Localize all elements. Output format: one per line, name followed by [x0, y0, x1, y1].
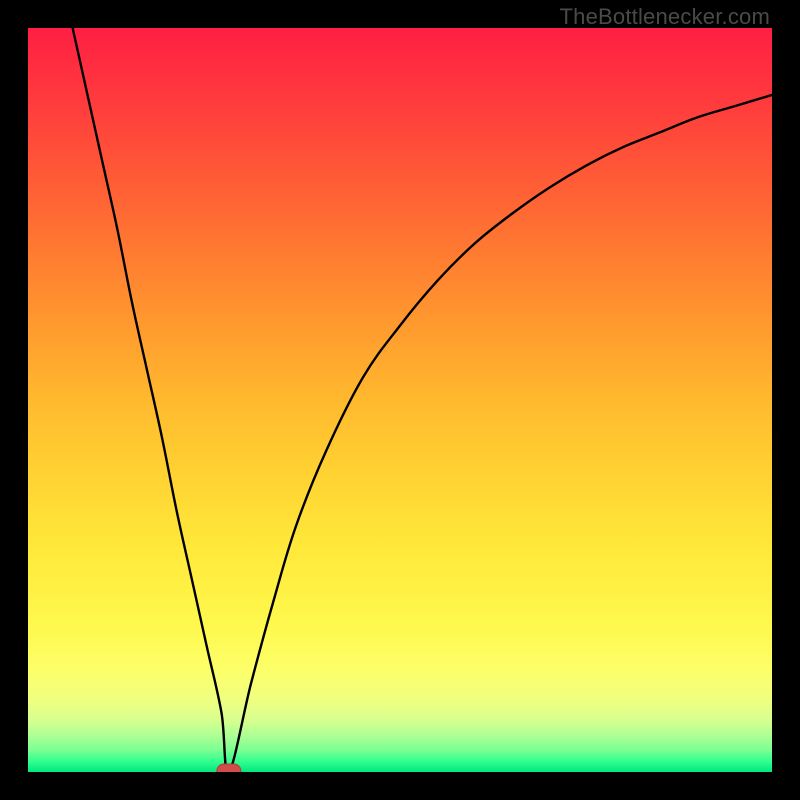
- bottleneck-curve: [73, 28, 772, 772]
- bottleneck-plot: [28, 28, 772, 772]
- chart-frame: [28, 28, 772, 772]
- optimal-point-marker: [217, 764, 241, 772]
- attribution-label: TheBottlenecker.com: [560, 4, 770, 30]
